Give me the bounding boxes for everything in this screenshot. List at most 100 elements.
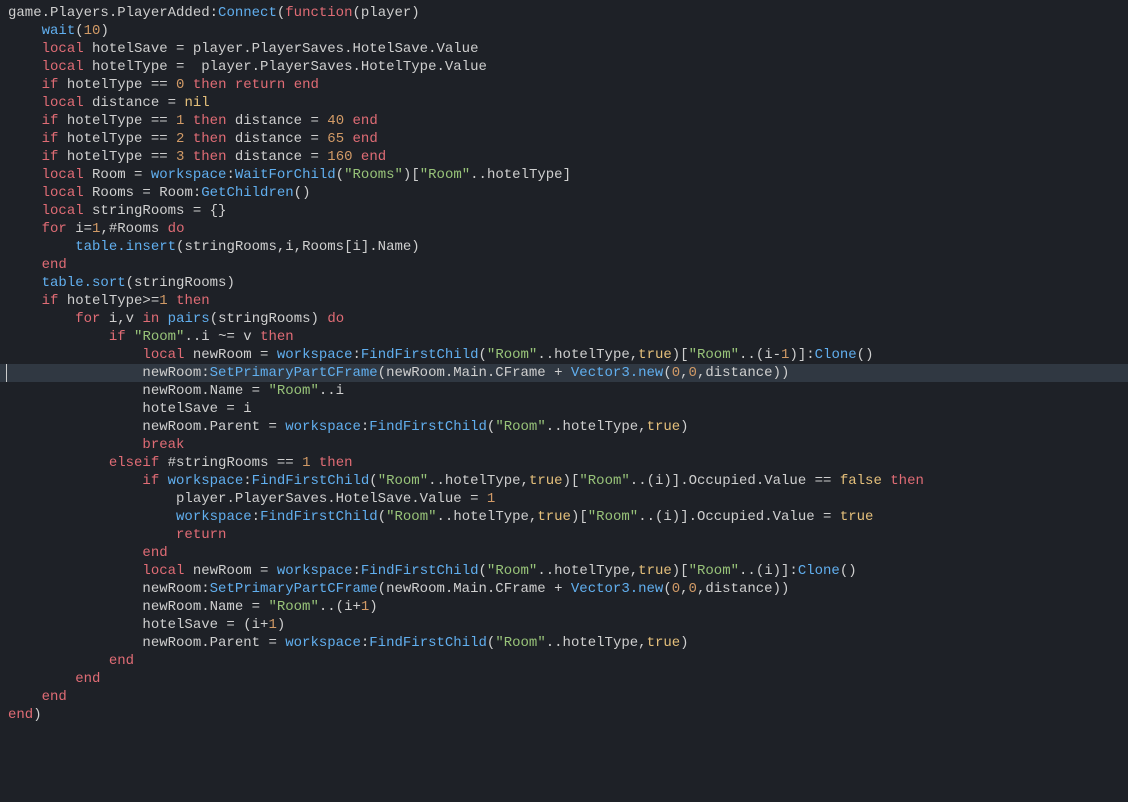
code-token: "Room" bbox=[268, 383, 318, 399]
code-token: : bbox=[243, 473, 251, 489]
code-token: "Room" bbox=[487, 347, 537, 363]
code-token: then bbox=[193, 131, 227, 147]
code-token: WaitForChild bbox=[235, 167, 336, 183]
code-token: wait bbox=[42, 23, 76, 39]
code-token: local bbox=[142, 347, 184, 363]
code-token bbox=[159, 473, 167, 489]
code-token: ..hotelType, bbox=[428, 473, 529, 489]
code-token: FindFirstChild bbox=[369, 635, 487, 651]
code-token: (stringRooms) bbox=[210, 311, 328, 327]
code-token: if bbox=[42, 131, 59, 147]
code-token: newRoom.Parent = bbox=[142, 635, 285, 651]
code-token: "Room" bbox=[689, 347, 739, 363]
code-token: Vector3.new bbox=[571, 581, 663, 597]
code-token: ..hotelType, bbox=[546, 635, 647, 651]
code-token: "Room" bbox=[495, 419, 545, 435]
code-token: local bbox=[42, 185, 84, 201]
code-token: ,distance)) bbox=[697, 365, 789, 381]
code-token: ( bbox=[663, 365, 671, 381]
code-token: then bbox=[890, 473, 924, 489]
code-token: workspace bbox=[277, 563, 353, 579]
code-token: true bbox=[638, 347, 672, 363]
code-token: ( bbox=[277, 5, 285, 21]
code-token: 1 bbox=[159, 293, 167, 309]
code-token: then bbox=[193, 77, 227, 93]
code-token: 0 bbox=[672, 365, 680, 381]
code-token: return bbox=[235, 77, 285, 93]
code-token: ( bbox=[369, 473, 377, 489]
code-token: in bbox=[142, 311, 159, 327]
code-token: ,distance)) bbox=[697, 581, 789, 597]
code-token: Vector3.new bbox=[571, 365, 663, 381]
code-token: end bbox=[361, 149, 386, 165]
code-token: #stringRooms == bbox=[159, 455, 302, 471]
code-token: then bbox=[319, 455, 353, 471]
code-token: then bbox=[193, 113, 227, 129]
code-token bbox=[168, 293, 176, 309]
code-token: "Room" bbox=[420, 167, 470, 183]
code-token: hotelType == bbox=[58, 149, 176, 165]
code-token: 10 bbox=[84, 23, 101, 39]
code-token: if bbox=[42, 293, 59, 309]
code-token: true bbox=[840, 509, 874, 525]
code-token: 65 bbox=[327, 131, 344, 147]
code-token: distance = bbox=[226, 149, 327, 165]
code-token: 0 bbox=[689, 581, 697, 597]
code-token: hotelType>= bbox=[58, 293, 159, 309]
code-token: hotelType = player.PlayerSaves.HotelType… bbox=[84, 59, 487, 75]
code-token: elseif bbox=[109, 455, 159, 471]
code-token: for bbox=[75, 311, 100, 327]
code-token: game bbox=[8, 5, 42, 21]
code-token: true bbox=[529, 473, 563, 489]
code-token: , bbox=[680, 365, 688, 381]
code-token: FindFirstChild bbox=[369, 419, 487, 435]
code-token: ,#Rooms bbox=[100, 221, 167, 237]
code-token: local bbox=[42, 203, 84, 219]
code-token: end bbox=[8, 707, 33, 723]
code-token: then bbox=[176, 293, 210, 309]
code-token: if bbox=[42, 113, 59, 129]
code-token: hotelSave = (i+ bbox=[142, 617, 268, 633]
code-token: ( bbox=[479, 347, 487, 363]
code-token: end bbox=[42, 257, 67, 273]
code-token: local bbox=[42, 41, 84, 57]
code-token: ) bbox=[100, 23, 108, 39]
code-token: 40 bbox=[327, 113, 344, 129]
code-token: hotelSave = i bbox=[142, 401, 251, 417]
code-token: do bbox=[168, 221, 185, 237]
code-token bbox=[882, 473, 890, 489]
code-token: , bbox=[680, 581, 688, 597]
code-token: ) bbox=[680, 419, 688, 435]
code-token bbox=[226, 77, 234, 93]
code-token: end bbox=[42, 689, 67, 705]
code-token: break bbox=[142, 437, 184, 453]
code-token: 1 bbox=[487, 491, 495, 507]
code-token: workspace bbox=[277, 347, 353, 363]
code-token: "Room" bbox=[378, 473, 428, 489]
code-token: hotelType == bbox=[58, 113, 176, 129]
code-token: local bbox=[42, 167, 84, 183]
code-token: workspace bbox=[285, 635, 361, 651]
code-token: "Rooms" bbox=[344, 167, 403, 183]
code-token bbox=[126, 329, 134, 345]
code-token: ( bbox=[75, 23, 83, 39]
code-token: workspace bbox=[151, 167, 227, 183]
code-token: ) bbox=[369, 599, 377, 615]
code-token: table.sort bbox=[42, 275, 126, 291]
code-token: "Room" bbox=[579, 473, 629, 489]
code-token: workspace bbox=[176, 509, 252, 525]
code-token: ..hotelType, bbox=[437, 509, 538, 525]
code-token bbox=[184, 77, 192, 93]
code-token: then bbox=[260, 329, 294, 345]
code-token: hotelSave = player.PlayerSaves.HotelSave… bbox=[84, 41, 479, 57]
code-token: distance = bbox=[226, 113, 327, 129]
code-token: Rooms = Room: bbox=[84, 185, 202, 201]
code-token: : bbox=[226, 167, 234, 183]
code-token: newRoom.Name = bbox=[142, 599, 268, 615]
code-token: true bbox=[638, 563, 672, 579]
code-editor[interactable]: game.Players.PlayerAdded:Connect(functio… bbox=[0, 0, 1128, 724]
code-token bbox=[184, 149, 192, 165]
code-token bbox=[184, 113, 192, 129]
code-token: SetPrimaryPartCFrame bbox=[210, 365, 378, 381]
code-token bbox=[353, 149, 361, 165]
